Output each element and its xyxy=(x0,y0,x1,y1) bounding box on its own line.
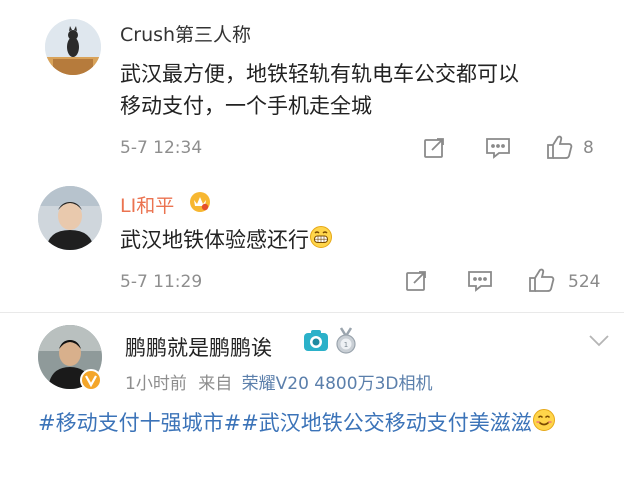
comment-timestamp: 5-7 11:29 xyxy=(120,272,203,292)
like-icon[interactable] xyxy=(528,267,556,293)
post-meta: 1小时前 来自 荣耀V20 4800万3D相机 xyxy=(125,369,432,394)
smile-emoji-icon xyxy=(532,408,556,441)
comment-icon[interactable] xyxy=(467,269,493,293)
post-username[interactable]: 鹏鹏就是鹏鹏诶 xyxy=(125,332,272,362)
like-count: 524 xyxy=(568,272,601,292)
like-count: 8 xyxy=(583,138,594,158)
share-icon[interactable] xyxy=(404,269,428,293)
post-text: #移动支付十强城市##武汉地铁公交移动支付美滋滋 xyxy=(38,407,618,441)
avatar-badge-icon xyxy=(80,369,102,391)
post-time: 1小时前 xyxy=(125,374,187,394)
comment-text-line-1: 武汉最方便，地铁轻轨有轨电车公交都可以 xyxy=(120,62,519,86)
user-avatar-li[interactable] xyxy=(38,186,102,250)
comment-username[interactable]: LI和平 xyxy=(120,191,174,218)
section-divider xyxy=(0,312,624,313)
comment-username[interactable]: Crush第三人称 xyxy=(120,20,251,47)
comment-text-line-2: 移动支付，一个手机走全城 xyxy=(120,94,372,118)
user-avatar-crush[interactable] xyxy=(45,19,101,75)
comment-text-body: 武汉地铁体验感还行 xyxy=(120,228,309,252)
svg-text:1: 1 xyxy=(344,341,348,349)
chevron-down-icon[interactable] xyxy=(588,334,610,348)
like-icon[interactable] xyxy=(546,134,574,160)
crown-badge-icon xyxy=(188,189,212,213)
comment-icon[interactable] xyxy=(485,136,511,160)
topic-link-2[interactable]: #武汉地铁公交移动支付美滋滋 xyxy=(241,411,532,435)
post-device[interactable]: 荣耀V20 4800万3D相机 xyxy=(242,374,433,394)
camera-badge-icon xyxy=(303,329,329,353)
comment-timestamp: 5-7 12:34 xyxy=(120,138,203,158)
topic-link[interactable]: #移动支付十强城市# xyxy=(38,411,241,435)
medal-badge-icon: 1 xyxy=(334,327,358,355)
post-from-label: 来自 xyxy=(198,374,233,394)
grin-emoji-icon xyxy=(309,225,333,258)
share-icon[interactable] xyxy=(422,136,446,160)
comment-text: 武汉地铁体验感还行 xyxy=(120,224,333,258)
